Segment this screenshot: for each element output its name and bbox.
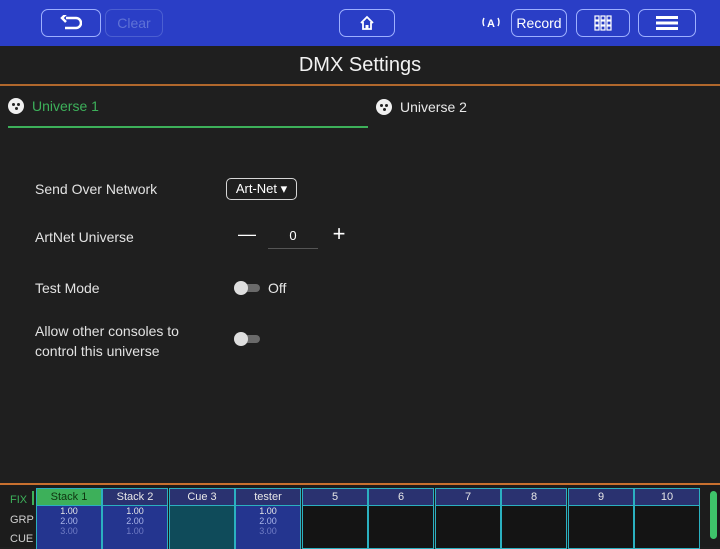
hamburger-menu-icon xyxy=(656,16,678,30)
home-button[interactable] xyxy=(339,9,395,37)
cue-values: 1.00 2.00 3.00 xyxy=(37,506,101,549)
home-icon xyxy=(360,15,374,30)
top-toolbar: Clear A Record xyxy=(0,0,720,46)
cue-slot-6[interactable]: 6 xyxy=(368,488,434,549)
fix-label[interactable]: FIX xyxy=(10,494,27,506)
cue-slot-1[interactable]: Stack 1 1.00 2.00 3.00 xyxy=(36,488,102,549)
allow-other-consoles-label: Allow other consoles to control this uni… xyxy=(35,321,179,361)
artnet-universe-input[interactable]: 0 xyxy=(268,228,318,249)
tab-universe-1[interactable]: Universe 1 xyxy=(8,86,368,128)
cue-slot-2[interactable]: Stack 2 1.00 2.00 1.00 xyxy=(102,488,168,549)
tab-label: Universe 1 xyxy=(32,98,99,114)
cue-name: 9 xyxy=(569,489,633,506)
cue-slot-9[interactable]: 9 xyxy=(568,488,634,549)
record-button[interactable]: Record xyxy=(511,9,567,37)
decrement-button[interactable]: — xyxy=(237,224,257,246)
artnet-universe-label: ArtNet Universe xyxy=(35,229,134,245)
cue-slot-8[interactable]: 8 xyxy=(501,488,567,549)
cue-name: 6 xyxy=(369,489,433,506)
test-mode-toggle[interactable] xyxy=(234,281,260,295)
cue-slot-7[interactable]: 7 xyxy=(435,488,501,549)
cue-value: 2.00 xyxy=(126,516,144,526)
dmx-connector-icon xyxy=(376,99,392,115)
allow-other-consoles-toggle[interactable] xyxy=(234,332,260,346)
cue-values: 1.00 2.00 1.00 xyxy=(103,506,167,549)
cue-name: Stack 2 xyxy=(103,489,167,506)
page-title: DMX Settings xyxy=(0,46,720,86)
cue-name: 5 xyxy=(303,489,367,506)
playback-scrollbar[interactable] xyxy=(710,491,717,539)
cue-slot-5[interactable]: 5 xyxy=(302,488,368,549)
cue-label[interactable]: CUE xyxy=(10,533,33,545)
svg-text:A: A xyxy=(487,18,495,30)
cue-value: 1.00 xyxy=(259,506,277,516)
cue-value: 3.00 xyxy=(259,526,277,536)
grp-label[interactable]: GRP xyxy=(10,514,34,526)
dmx-connector-icon xyxy=(8,98,24,114)
increment-button[interactable]: + xyxy=(329,222,349,246)
cue-slot-10[interactable]: 10 xyxy=(634,488,700,549)
cue-name: 7 xyxy=(436,489,500,506)
cue-value: 1.00 xyxy=(126,506,144,516)
menu-button[interactable] xyxy=(638,9,696,37)
cue-value: 1.00 xyxy=(126,526,144,536)
tab-label: Universe 2 xyxy=(400,99,467,115)
tab-universe-2[interactable]: Universe 2 xyxy=(376,86,712,128)
allow-other-label-line2: control this universe xyxy=(35,343,160,359)
cue-values: 1.00 2.00 3.00 xyxy=(236,506,300,549)
test-mode-state: Off xyxy=(268,280,287,296)
cue-slot-3[interactable]: Cue 3 xyxy=(169,488,235,549)
cue-slot-4[interactable]: tester 1.00 2.00 3.00 xyxy=(235,488,301,549)
cue-name: 10 xyxy=(635,489,699,506)
cue-value: 1.00 xyxy=(60,506,78,516)
cue-name: 8 xyxy=(502,489,566,506)
network-protocol-select[interactable]: Art-Net ▾ xyxy=(226,178,297,200)
clear-button[interactable]: Clear xyxy=(105,9,163,37)
cue-name: Cue 3 xyxy=(170,489,234,506)
fix-indicator xyxy=(32,491,34,505)
undo-icon xyxy=(60,15,82,30)
grid-view-button[interactable] xyxy=(576,9,630,37)
cue-name: tester xyxy=(236,489,300,506)
playback-bar: FIX GRP CUE Stack 1 1.00 2.00 3.00 Stack… xyxy=(0,483,720,549)
network-signal-icon: A xyxy=(481,14,501,32)
test-mode-label: Test Mode xyxy=(35,280,100,296)
grid-icon xyxy=(594,15,612,31)
send-over-network-label: Send Over Network xyxy=(35,181,158,197)
allow-other-label-line1: Allow other consoles to xyxy=(35,323,179,339)
back-button[interactable] xyxy=(41,9,101,37)
cue-value: 2.00 xyxy=(60,516,78,526)
cue-value: 2.00 xyxy=(259,516,277,526)
cue-value: 3.00 xyxy=(60,526,78,536)
cue-values xyxy=(170,506,234,549)
cue-name: Stack 1 xyxy=(37,489,101,506)
